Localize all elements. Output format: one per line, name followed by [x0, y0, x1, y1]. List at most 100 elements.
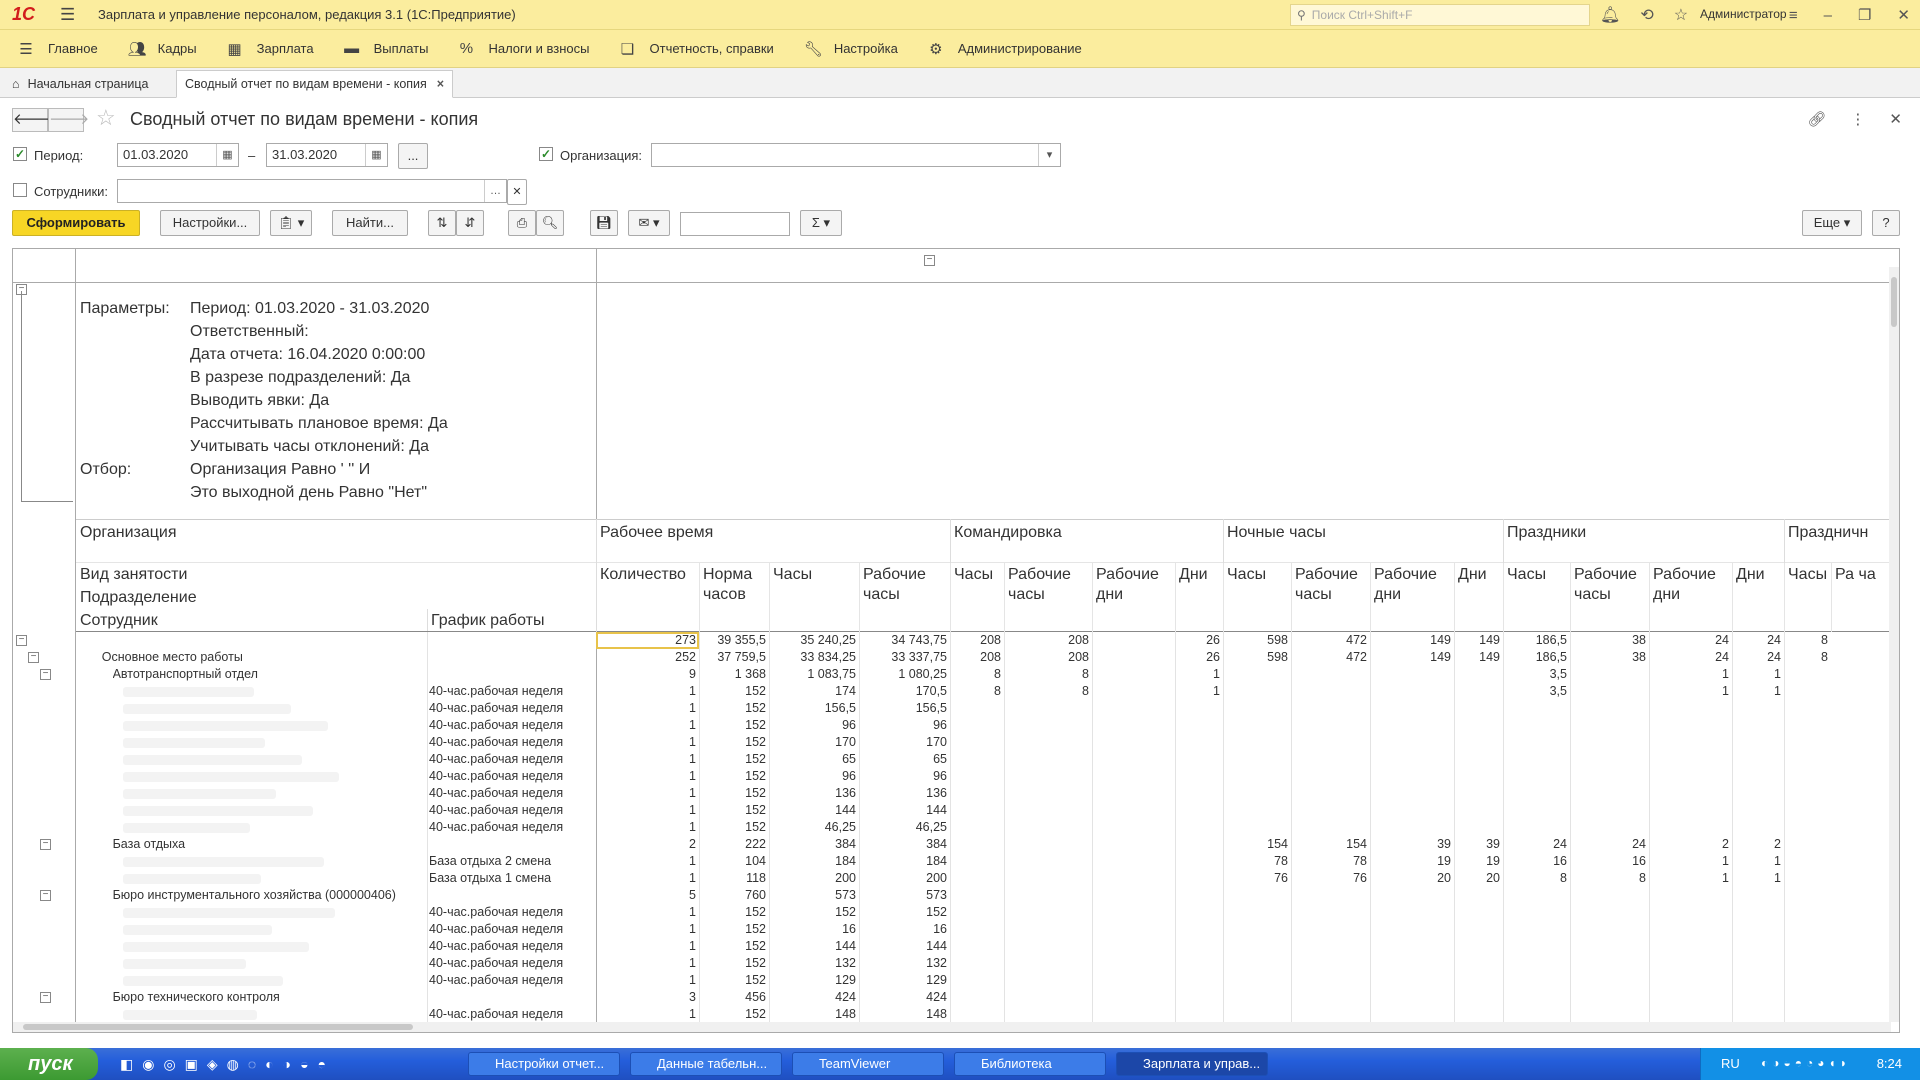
value-cell[interactable]: 152: [699, 785, 769, 802]
value-cell[interactable]: [1784, 717, 1831, 734]
menu-payments[interactable]: ▬ Выплаты: [344, 40, 428, 57]
value-cell[interactable]: [1649, 955, 1732, 972]
table-row[interactable]: 40-час.рабочая неделя 1 152 136 136: [13, 785, 1899, 802]
value-cell[interactable]: [1291, 955, 1370, 972]
value-cell[interactable]: [950, 802, 1004, 819]
value-cell[interactable]: [1732, 938, 1784, 955]
value-cell[interactable]: [1570, 904, 1649, 921]
search-input[interactable]: ⚲ Поиск Ctrl+Shift+F: [1290, 4, 1590, 26]
value-cell[interactable]: [950, 1006, 1004, 1023]
value-cell[interactable]: 33 337,75: [859, 649, 950, 666]
value-cell[interactable]: 2: [1732, 836, 1784, 853]
value-cell[interactable]: [1454, 768, 1503, 785]
value-cell[interactable]: [1454, 1006, 1503, 1023]
value-cell[interactable]: [1175, 700, 1223, 717]
value-cell[interactable]: 1 083,75: [769, 666, 859, 683]
value-cell[interactable]: [1503, 989, 1570, 1006]
value-cell[interactable]: [1004, 989, 1092, 1006]
value-cell[interactable]: 149: [1454, 649, 1503, 666]
value-cell[interactable]: [1784, 768, 1831, 785]
value-cell[interactable]: [1223, 666, 1291, 683]
value-cell[interactable]: [1570, 921, 1649, 938]
value-cell[interactable]: 200: [859, 870, 950, 887]
value-cell[interactable]: 273: [596, 632, 699, 649]
value-cell[interactable]: [950, 819, 1004, 836]
value-cell[interactable]: 144: [769, 802, 859, 819]
value-cell[interactable]: [1784, 819, 1831, 836]
value-cell[interactable]: [1092, 870, 1175, 887]
value-cell[interactable]: [1370, 683, 1454, 700]
value-cell[interactable]: 16: [769, 921, 859, 938]
value-cell[interactable]: [1092, 853, 1175, 870]
value-cell[interactable]: [1092, 632, 1175, 649]
value-cell[interactable]: 24: [1732, 632, 1784, 649]
value-cell[interactable]: [1784, 904, 1831, 921]
value-cell[interactable]: [1732, 785, 1784, 802]
value-cell[interactable]: [1732, 819, 1784, 836]
value-cell[interactable]: [1223, 955, 1291, 972]
value-cell[interactable]: [1649, 700, 1732, 717]
value-cell[interactable]: [1732, 768, 1784, 785]
organization-checkbox[interactable]: ✓: [539, 147, 553, 161]
value-cell[interactable]: 598: [1223, 632, 1291, 649]
value-cell[interactable]: 170,5: [859, 683, 950, 700]
value-cell[interactable]: 186,5: [1503, 632, 1570, 649]
value-cell[interactable]: [1570, 1006, 1649, 1023]
value-cell[interactable]: [1732, 1006, 1784, 1023]
table-row[interactable]: 40-час.рабочая неделя 1 152 156,5 156,5: [13, 700, 1899, 717]
value-cell[interactable]: 78: [1291, 853, 1370, 870]
table-row[interactable]: 40-час.рабочая неделя 1 152 96 96: [13, 717, 1899, 734]
value-cell[interactable]: [1092, 666, 1175, 683]
value-cell[interactable]: [1223, 1006, 1291, 1023]
value-cell[interactable]: [950, 972, 1004, 989]
value-cell[interactable]: [1570, 938, 1649, 955]
save-icon[interactable]: 💾︎: [590, 210, 618, 236]
value-cell[interactable]: 1: [596, 921, 699, 938]
more-vertical-icon[interactable]: ⋮: [1850, 110, 1865, 128]
value-cell[interactable]: [1004, 700, 1092, 717]
value-cell[interactable]: [1570, 734, 1649, 751]
value-cell[interactable]: 118: [699, 870, 769, 887]
value-cell[interactable]: [1092, 734, 1175, 751]
value-cell[interactable]: 1: [596, 717, 699, 734]
value-cell[interactable]: [1784, 734, 1831, 751]
value-cell[interactable]: [1732, 955, 1784, 972]
sum-field[interactable]: [680, 212, 790, 236]
value-cell[interactable]: 152: [699, 938, 769, 955]
table-row[interactable]: 40-час.рабочая неделя 1 152 170 170: [13, 734, 1899, 751]
table-row[interactable]: 40-час.рабочая неделя 1 152 46,25 46,25: [13, 819, 1899, 836]
value-cell[interactable]: [1732, 887, 1784, 904]
table-row[interactable]: База отдыха 1 смена 1 118 200 200 76 76 20 20 8 8 1…: [13, 870, 1899, 887]
value-cell[interactable]: [1503, 734, 1570, 751]
value-cell[interactable]: [1503, 955, 1570, 972]
value-cell[interactable]: 152: [769, 904, 859, 921]
value-cell[interactable]: [1175, 989, 1223, 1006]
user-name[interactable]: Администратор: [1700, 7, 1787, 21]
value-cell[interactable]: [1291, 751, 1370, 768]
value-cell[interactable]: 37 759,5: [699, 649, 769, 666]
value-cell[interactable]: 19: [1454, 853, 1503, 870]
value-cell[interactable]: [1784, 666, 1831, 683]
value-cell[interactable]: [1784, 870, 1831, 887]
value-cell[interactable]: 46,25: [859, 819, 950, 836]
value-cell[interactable]: [1092, 904, 1175, 921]
report-spreadsheet[interactable]: − − Параметры: Период: 01.03.2020 - 31.0…: [12, 248, 1900, 1033]
value-cell[interactable]: 170: [859, 734, 950, 751]
value-cell[interactable]: 1: [1649, 853, 1732, 870]
collapse-row-icon[interactable]: −: [28, 652, 39, 663]
value-cell[interactable]: [1732, 734, 1784, 751]
value-cell[interactable]: [1223, 938, 1291, 955]
value-cell[interactable]: [1004, 734, 1092, 751]
value-cell[interactable]: 1 080,25: [859, 666, 950, 683]
value-cell[interactable]: 154: [1291, 836, 1370, 853]
value-cell[interactable]: [1784, 853, 1831, 870]
value-cell[interactable]: [1503, 802, 1570, 819]
value-cell[interactable]: 34 743,75: [859, 632, 950, 649]
value-cell[interactable]: [1370, 921, 1454, 938]
value-cell[interactable]: [1454, 666, 1503, 683]
value-cell[interactable]: [1370, 989, 1454, 1006]
value-cell[interactable]: [1092, 819, 1175, 836]
value-cell[interactable]: [1454, 955, 1503, 972]
value-cell[interactable]: [1649, 802, 1732, 819]
period-choose-button[interactable]: ...: [398, 143, 428, 169]
